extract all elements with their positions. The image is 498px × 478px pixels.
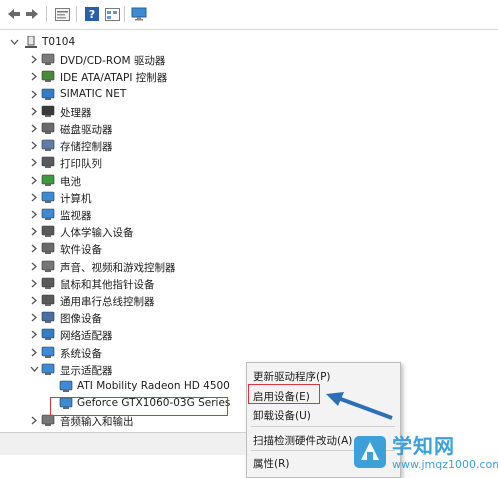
sound-icon xyxy=(41,260,55,273)
tree-item-label: 软件设备 xyxy=(60,244,102,256)
chevron-right-icon[interactable] xyxy=(29,226,39,236)
monitor-icon[interactable] xyxy=(131,6,147,22)
chevron-right-icon[interactable] xyxy=(29,71,39,81)
camera-icon xyxy=(41,311,55,324)
chevron-down-icon[interactable] xyxy=(9,37,19,47)
chevron-right-icon[interactable] xyxy=(29,295,39,305)
chevron-right-icon[interactable] xyxy=(29,347,39,357)
chevron-right-icon[interactable] xyxy=(29,175,39,185)
tree-item-label: 监视器 xyxy=(60,210,92,222)
disk-drive-icon xyxy=(41,122,55,135)
properties-icon[interactable] xyxy=(54,6,70,22)
monitor-icon xyxy=(41,208,55,221)
status-bar xyxy=(0,432,246,455)
tree-item-label: 音频输入和输出 xyxy=(60,416,134,428)
tree-item-label: 鼠标和其他指针设备 xyxy=(60,279,155,291)
tree-root-label: T0104 xyxy=(42,36,76,48)
tree-item-label: 声音、视频和游戏控制器 xyxy=(60,262,176,274)
tree-item-label: 计算机 xyxy=(60,193,92,205)
svg-text:?: ? xyxy=(89,8,95,21)
software-device-icon xyxy=(41,242,55,255)
chevron-right-icon[interactable] xyxy=(29,261,39,271)
highlight-selected-device xyxy=(50,397,228,416)
chevron-right-icon[interactable] xyxy=(29,209,39,219)
network-adapter-icon xyxy=(41,328,55,341)
tree-item-label: 人体学输入设备 xyxy=(60,227,134,239)
tree-item-label: 处理器 xyxy=(60,107,92,119)
toolbar-separator xyxy=(124,6,125,22)
chevron-right-icon[interactable] xyxy=(29,140,39,150)
hid-icon xyxy=(41,225,55,238)
tree-item-label: DVD/CD-ROM 驱动器 xyxy=(60,55,166,67)
battery-icon xyxy=(41,174,55,187)
toolbar-separator xyxy=(46,6,47,22)
printer-icon xyxy=(41,156,55,169)
processor-icon xyxy=(41,105,55,118)
toolbar-divider xyxy=(0,29,498,30)
tree-item-label: 磁盘驱动器 xyxy=(60,124,113,136)
tree-item-label: 存储控制器 xyxy=(60,141,113,153)
watermark-logo-icon xyxy=(354,436,386,468)
chevron-right-icon[interactable] xyxy=(29,192,39,202)
chevron-right-icon[interactable] xyxy=(29,157,39,167)
watermark: 学知网 www.jmqz1000.com xyxy=(348,428,498,476)
chevron-right-icon[interactable] xyxy=(29,54,39,64)
help-icon[interactable]: ? xyxy=(84,6,100,22)
watermark-title: 学知网 xyxy=(392,434,455,458)
mouse-icon xyxy=(41,277,55,290)
chevron-right-icon[interactable] xyxy=(29,89,39,99)
chevron-down-icon[interactable] xyxy=(29,364,39,374)
tree-item-label: 系统设备 xyxy=(60,348,102,360)
menu-item-scan-hardware[interactable]: 扫描检测硬件改动(A) xyxy=(253,433,352,448)
ide-controller-icon xyxy=(41,70,55,83)
toolbar-separator xyxy=(76,6,77,22)
watermark-url: www.jmqz1000.com xyxy=(392,458,498,471)
storage-controller-icon xyxy=(41,139,55,152)
menu-item-update-driver[interactable]: 更新驱动程序(P) xyxy=(253,369,331,384)
tree-item-label: 显示适配器 xyxy=(60,365,113,377)
computer-root-icon xyxy=(24,35,38,49)
computer-icon xyxy=(41,191,55,204)
disc-drive-icon xyxy=(41,53,55,66)
highlight-enable-device xyxy=(248,384,320,404)
toolbar: ? xyxy=(0,0,498,28)
chevron-right-icon[interactable] xyxy=(29,329,39,339)
tree-item-label: 图像设备 xyxy=(60,313,102,325)
tree-item-label: 通用串行总线控制器 xyxy=(60,296,155,308)
pointer-arrow-icon xyxy=(326,392,393,420)
chevron-right-icon[interactable] xyxy=(29,278,39,288)
chevron-right-icon[interactable] xyxy=(29,243,39,253)
network-icon xyxy=(41,88,55,101)
back-icon[interactable] xyxy=(6,6,22,22)
view-icon[interactable] xyxy=(104,6,120,22)
chevron-right-icon[interactable] xyxy=(29,106,39,116)
forward-icon[interactable] xyxy=(24,6,40,22)
chevron-right-icon[interactable] xyxy=(29,123,39,133)
display-adapter-icon xyxy=(59,380,73,393)
chevron-right-icon[interactable] xyxy=(29,312,39,322)
chevron-right-icon[interactable] xyxy=(29,415,39,425)
tree-item-label: 打印队列 xyxy=(60,158,102,170)
tree-item-label: 电池 xyxy=(60,176,81,188)
tree-item-label: SIMATIC NET xyxy=(60,88,127,100)
system-device-icon xyxy=(41,346,55,359)
menu-item-properties[interactable]: 属性(R) xyxy=(253,456,290,471)
tree-item-label: 网络适配器 xyxy=(60,330,113,342)
tree-item-label: IDE ATA/ATAPI 控制器 xyxy=(60,72,168,84)
tree-item-label: ATI Mobility Radeon HD 4500 xyxy=(77,380,230,392)
menu-item-uninstall-device[interactable]: 卸载设备(U) xyxy=(253,408,311,423)
display-adapter-icon xyxy=(41,363,55,376)
usb-icon xyxy=(41,294,55,307)
